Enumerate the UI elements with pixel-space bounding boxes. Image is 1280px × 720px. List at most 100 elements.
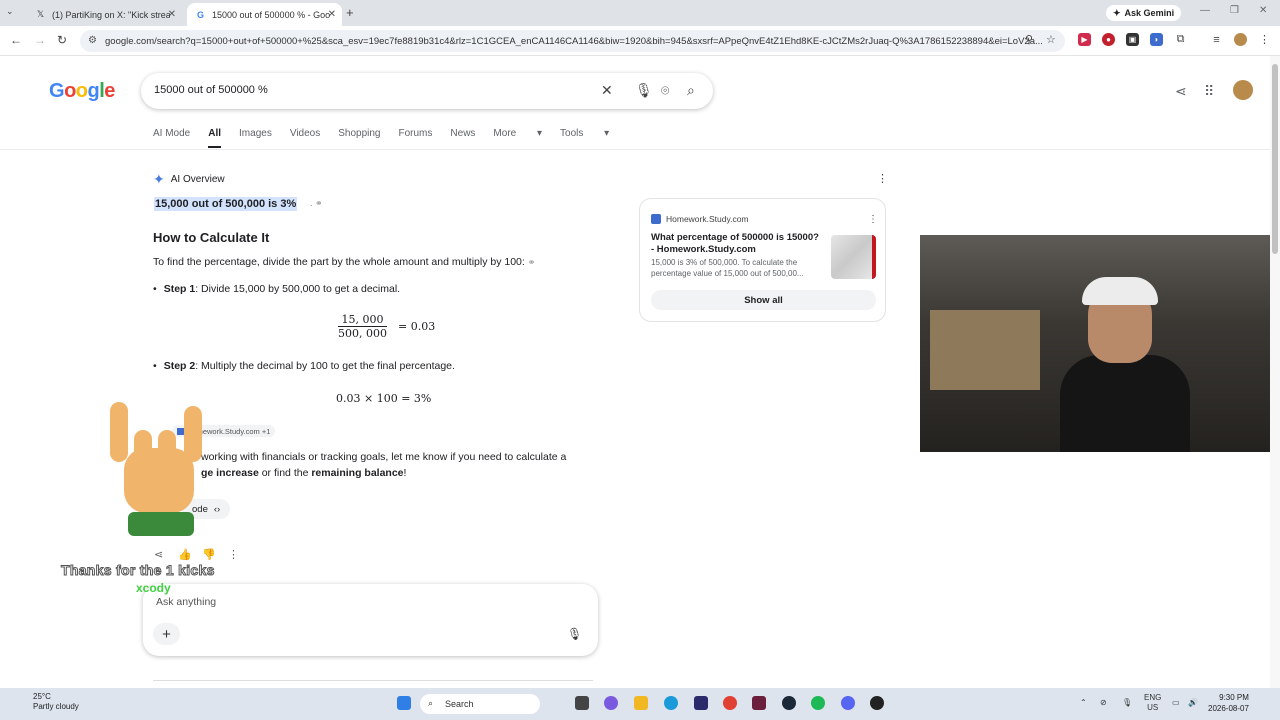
tab-videos[interactable]: Videos [290,128,320,148]
kick-username: xcody [136,581,171,595]
taskbar-search-label: Search [445,699,474,709]
source-title[interactable]: What percentage of 500000 is 15000? - Ho… [651,232,821,256]
language-indicator[interactable]: ENG US [1144,693,1161,713]
google-logo[interactable]: Google [49,80,115,103]
thumbs-up-icon[interactable]: 👍 [178,548,192,561]
card-menu-icon[interactable]: ⋮ [868,214,878,225]
mic-tray-icon[interactable]: 🎙 [1122,698,1132,707]
tab-tools[interactable]: Tools ▾ [560,128,609,148]
clock[interactable]: 9:30 PM 2026-08-07 [1208,692,1249,714]
ask-anything-box[interactable]: Ask anything + 🎙 [143,584,598,656]
lens-search-icon[interactable]: ⌾ [661,82,669,99]
search-tabs: AI Mode All Images Videos Shopping Forum… [153,128,627,148]
tray-chevron-icon[interactable]: ⌃ [1080,698,1087,707]
file-explorer-icon[interactable] [634,696,648,710]
close-tab-icon[interactable]: ✕ [168,9,176,20]
edge-icon[interactable] [664,696,678,710]
search-query[interactable]: 15000 out of 500000 % [154,84,268,96]
feedback-menu-icon[interactable]: ⋮ [228,548,239,561]
reload-icon[interactable]: ↻ [57,33,67,47]
extension-icon[interactable]: ▶ [1078,33,1091,46]
tab-search-icon[interactable]: ⌄ [6,6,14,17]
copilot-icon[interactable] [604,696,618,710]
tab-google[interactable]: G 15000 out of 500000 % - Goog ✕ [187,3,342,26]
tab-images[interactable]: Images [239,128,272,148]
follow-up-line-2: ge increase or find the remaining balanc… [201,467,406,479]
scrollbar-thumb[interactable] [1272,64,1278,254]
tab-label: (1) PartiKing on X: "Kick stream [52,9,170,20]
chrome-icon[interactable] [723,696,737,710]
page-scrollbar[interactable] [1270,56,1280,690]
tab-news[interactable]: News [450,128,475,148]
steam-icon[interactable] [782,696,796,710]
webcam-overlay [920,235,1280,452]
extension-icon[interactable]: ▣ [1126,33,1139,46]
ai-overview-label: AI Overview [170,174,225,185]
clear-search-icon[interactable]: ✕ [601,82,613,99]
step-2-text: : Multiply the decimal by 100 to get the… [195,360,455,372]
task-view-icon[interactable] [575,696,589,710]
tab-shopping[interactable]: Shopping [338,128,380,148]
extensions-puzzle-icon[interactable]: ⧉ [1174,33,1187,46]
apps-grid-icon[interactable]: ⠿ [1204,83,1214,100]
step-1: Step 1: Divide 15,000 by 500,000 to get … [153,283,400,295]
mic-icon[interactable]: 🎙 [567,627,582,641]
display-icon[interactable]: ▭ [1172,698,1180,707]
restore-icon[interactable]: ❐ [1230,5,1239,16]
source-card[interactable]: Homework.Study.com ⋮ What percentage of … [639,198,886,322]
thumbs-down-icon[interactable]: 👎 [202,548,216,561]
bookmark-star-icon[interactable]: ☆ [1046,33,1056,46]
share-icon[interactable]: ⋖ [1175,83,1187,100]
tab-ai-mode[interactable]: AI Mode [153,128,190,148]
close-tab-icon[interactable]: ✕ [328,9,336,20]
overview-menu-icon[interactable]: ⋮ [877,172,888,185]
discord-icon[interactable] [841,696,855,710]
voice-search-icon[interactable]: 🎙 [635,82,653,99]
tab-more[interactable]: More ▾ [493,128,542,148]
media-icon[interactable]: ≡ [1210,33,1223,46]
taskbar-search[interactable]: ⌕ Search [420,694,540,714]
ask-input[interactable]: Ask anything [156,596,216,608]
source-snippet: 15,000 is 3% of 500,000. To calculate th… [651,258,804,278]
search-box[interactable]: 15000 out of 500000 % ✕ 🎙 ⌾ ⌕ [141,73,713,109]
follow-text: or find the [258,467,312,479]
tab-x[interactable]: 𝕏 (1) PartiKing on X: "Kick stream ✕ [27,3,182,26]
new-tab-button[interactable]: + [346,5,354,20]
site-info-icon[interactable]: ⚙ [88,35,97,46]
profile-avatar[interactable] [1234,33,1247,46]
google-g-icon: G [196,9,204,20]
extension-icon[interactable]: ◗ [1150,33,1163,46]
source-thumbnail[interactable] [831,235,876,279]
tab-all[interactable]: All [208,128,222,148]
app-icon[interactable] [694,696,708,710]
app-icon[interactable] [752,696,766,710]
back-icon[interactable]: ← [10,33,22,47]
app-icon[interactable] [870,696,884,710]
step-2-label: Step 2 [163,360,196,372]
url-bar[interactable]: ⚙ google.com/search?q=15000+out+of+50000… [80,30,1065,52]
menu-kebab-icon[interactable]: ⋮ [1258,33,1271,46]
source-site: Homework.Study.com [651,214,749,224]
network-icon[interactable]: ⊘ [1100,698,1107,707]
link-icon[interactable]: ⚭ [528,257,536,267]
add-attachment-button[interactable]: + [153,623,180,645]
search-icon[interactable]: ⌕ [687,82,695,99]
tab-forums[interactable]: Forums [399,128,433,148]
share-icon[interactable]: ⋖ [154,548,163,561]
windows-start-icon[interactable] [397,696,411,710]
equation-result: = 0.03 [398,320,436,333]
location-icon[interactable]: ⚲ [1025,33,1033,46]
ask-gemini-button[interactable]: ✦ Ask Gemini [1106,5,1182,21]
divider [153,680,593,681]
volume-icon[interactable]: 🔊 [1188,698,1198,707]
link-icon[interactable]: . ⚭ [310,198,323,209]
weather-widget[interactable]: 25°C Partly cloudy [20,692,79,712]
show-all-button[interactable]: Show all [651,290,876,310]
minimize-icon[interactable]: — [1200,5,1210,16]
close-window-icon[interactable]: ✕ [1259,5,1267,16]
account-avatar[interactable] [1233,80,1253,100]
spotify-icon[interactable] [811,696,825,710]
step-1-text: : Divide 15,000 by 500,000 to get a deci… [195,283,401,295]
forward-icon[interactable]: → [34,33,46,47]
extension-icon[interactable]: ● [1102,33,1115,46]
